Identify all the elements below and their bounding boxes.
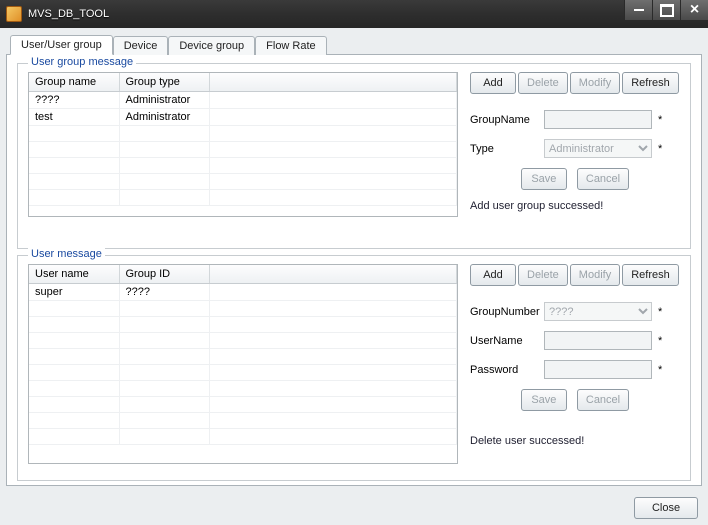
tab-user-usergroup[interactable]: User/User group (10, 35, 113, 55)
minimize-button[interactable] (624, 0, 652, 20)
user-group-side-panel: Add Delete Modify Refresh GroupName * Ty… (458, 72, 680, 217)
col-spacer (209, 265, 457, 284)
user-message-legend: User message (28, 248, 105, 260)
tab-flow-rate[interactable]: Flow Rate (255, 36, 327, 55)
required-asterisk: * (658, 335, 662, 347)
user-status-text: Delete user successed! (470, 435, 680, 447)
tab-device-group[interactable]: Device group (168, 36, 255, 55)
table-row[interactable]: super ???? (29, 284, 457, 301)
window-buttons (624, 0, 708, 28)
table-row[interactable]: ???? Administrator (29, 92, 457, 109)
user-save-button[interactable]: Save (521, 389, 567, 411)
input-password[interactable] (544, 360, 652, 379)
user-table[interactable]: User name Group ID super ???? (28, 264, 458, 464)
label-groupname: GroupName (470, 114, 544, 126)
col-user-name[interactable]: User name (29, 265, 119, 284)
group-status-text: Add user group successed! (470, 200, 680, 212)
tab-page: User group message Group name Group type… (6, 54, 702, 486)
user-group-message-legend: User group message (28, 56, 136, 68)
user-group-message-box: User group message Group name Group type… (17, 63, 691, 249)
required-asterisk: * (658, 114, 662, 126)
col-spacer (209, 73, 457, 92)
input-username[interactable] (544, 331, 652, 350)
col-group-type[interactable]: Group type (119, 73, 209, 92)
col-group-id[interactable]: Group ID (119, 265, 209, 284)
close-window-button[interactable] (680, 0, 708, 20)
label-password: Password (470, 364, 544, 376)
label-username: UserName (470, 335, 544, 347)
user-modify-button[interactable]: Modify (570, 264, 620, 286)
cell-user-name: super (29, 284, 119, 301)
group-modify-button[interactable]: Modify (570, 72, 620, 94)
group-refresh-button[interactable]: Refresh (622, 72, 679, 94)
group-cancel-button[interactable]: Cancel (577, 168, 629, 190)
select-groupnumber[interactable]: ???? (544, 302, 652, 321)
input-groupname[interactable] (544, 110, 652, 129)
col-group-name[interactable]: Group name (29, 73, 119, 92)
label-groupnumber: GroupNumber (470, 306, 544, 318)
user-cancel-button[interactable]: Cancel (577, 389, 629, 411)
close-button[interactable]: Close (634, 497, 698, 519)
user-group-table[interactable]: Group name Group type ???? Administrator… (28, 72, 458, 217)
window-titlebar: MVS_DB_TOOL (0, 0, 708, 28)
tab-device[interactable]: Device (113, 36, 169, 55)
required-asterisk: * (658, 143, 662, 155)
cell-group-name: ???? (29, 92, 119, 109)
user-delete-button[interactable]: Delete (518, 264, 568, 286)
user-add-button[interactable]: Add (470, 264, 516, 286)
user-side-panel: Add Delete Modify Refresh GroupNumber ??… (458, 264, 680, 464)
label-type: Type (470, 143, 544, 155)
required-asterisk: * (658, 364, 662, 376)
footer: Close (634, 497, 698, 519)
group-add-button[interactable]: Add (470, 72, 516, 94)
maximize-button[interactable] (652, 0, 680, 20)
app-icon (6, 6, 22, 22)
cell-group-id: ???? (119, 284, 209, 301)
table-row[interactable]: test Administrator (29, 109, 457, 126)
tab-strip: User/User group Device Device group Flow… (6, 32, 702, 54)
group-save-button[interactable]: Save (521, 168, 567, 190)
user-refresh-button[interactable]: Refresh (622, 264, 679, 286)
cell-group-type: Administrator (119, 92, 209, 109)
client-area: User/User group Device Device group Flow… (0, 28, 708, 525)
select-type[interactable]: Administrator (544, 139, 652, 158)
group-delete-button[interactable]: Delete (518, 72, 568, 94)
user-message-box: User message User name Group ID super (17, 255, 691, 481)
window-title: MVS_DB_TOOL (28, 8, 624, 20)
required-asterisk: * (658, 306, 662, 318)
cell-group-type: Administrator (119, 109, 209, 126)
cell-group-name: test (29, 109, 119, 126)
